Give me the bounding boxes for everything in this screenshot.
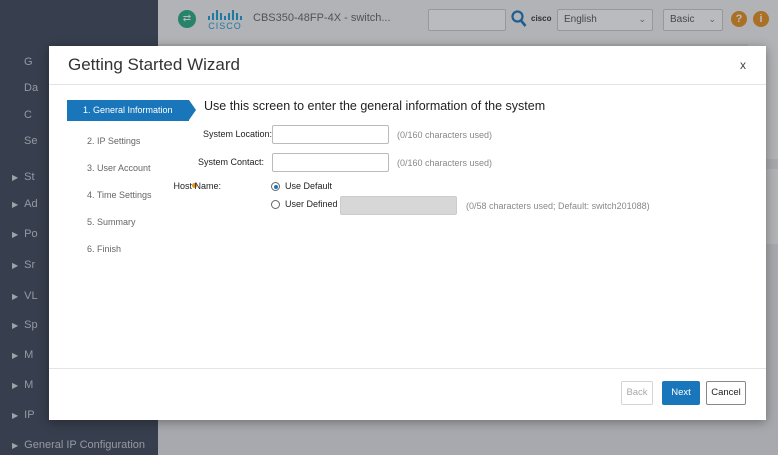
- host-name-use-default-radio[interactable]: [271, 182, 280, 191]
- use-default-label: Use Default: [285, 181, 333, 191]
- system-location-label: System Location:: [202, 129, 272, 139]
- divider: [49, 84, 766, 85]
- host-name-input[interactable]: [340, 196, 457, 215]
- wizard-step-label: 1. General Information: [83, 105, 173, 115]
- wizard-step[interactable]: 3. User Account: [67, 154, 189, 181]
- host-name-user-defined-radio[interactable]: [271, 200, 280, 209]
- cancel-button[interactable]: Cancel: [706, 381, 746, 405]
- system-contact-label: System Contact:: [197, 157, 264, 167]
- form-heading: Use this screen to enter the general inf…: [204, 99, 546, 113]
- wizard-step-label: 5. Summary: [87, 217, 136, 227]
- next-button[interactable]: Next: [662, 381, 700, 405]
- wizard-step-label: 6. Finish: [87, 244, 122, 254]
- system-contact-input[interactable]: [272, 153, 389, 172]
- close-button[interactable]: x: [740, 58, 746, 72]
- wizard-step-label: 4. Time Settings: [87, 190, 152, 200]
- wizard-step[interactable]: 2. IP Settings: [67, 127, 189, 154]
- wizard-step[interactable]: 6. Finish: [67, 235, 189, 262]
- active-step-arrow-icon: [189, 100, 196, 120]
- user-defined-label: User Defined: [285, 199, 338, 209]
- host-name-label: Host Name:: [173, 181, 221, 191]
- wizard-step[interactable]: 5. Summary: [67, 208, 189, 235]
- divider: [49, 368, 766, 369]
- wizard-step-label: 3. User Account: [87, 163, 151, 173]
- wizard-step-label: 2. IP Settings: [87, 136, 141, 146]
- system-location-hint: (0/160 characters used): [397, 130, 493, 140]
- back-button[interactable]: Back: [621, 381, 653, 405]
- system-contact-hint: (0/160 characters used): [397, 158, 493, 168]
- wizard-step[interactable]: 1. General Information: [67, 100, 196, 121]
- dialog-title: Getting Started Wizard: [68, 55, 240, 74]
- system-location-input[interactable]: [272, 125, 389, 144]
- getting-started-wizard-dialog: Getting Started Wizard x 1. General Info…: [49, 46, 766, 420]
- host-name-hint: (0/58 characters used; Default: switch20…: [466, 201, 650, 211]
